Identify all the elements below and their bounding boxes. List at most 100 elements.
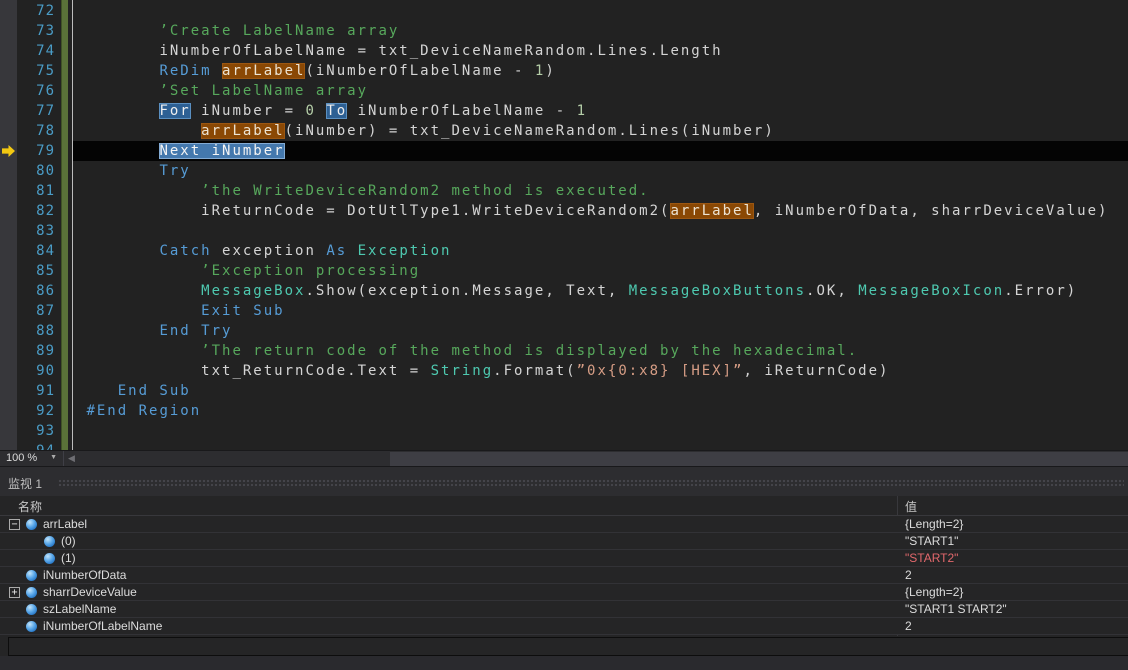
- code-segment: [76, 183, 201, 199]
- code-line[interactable]: 89 ’The return code of the method is dis…: [0, 341, 1128, 361]
- code-segment: [76, 303, 201, 319]
- line-number: 93: [17, 421, 55, 441]
- code-text: ReDim arrLabel(iNumberOfLabelName - 1): [76, 61, 556, 81]
- code-line[interactable]: 77 For iNumber = 0 To iNumberOfLabelName…: [0, 101, 1128, 121]
- code-line[interactable]: 84 Catch exception As Exception: [0, 241, 1128, 261]
- code-line[interactable]: 88 End Try: [0, 321, 1128, 341]
- code-segment: iNumberOfLabelName = txt_DeviceNameRando…: [159, 43, 722, 59]
- code-segment: , iReturnCode): [743, 363, 889, 379]
- code-line[interactable]: 80 Try: [0, 161, 1128, 181]
- code-segment: [76, 243, 159, 259]
- variable-icon: [26, 621, 37, 632]
- watch-panel-bottom: [0, 656, 1128, 670]
- code-text: Next iNumber: [76, 141, 285, 161]
- variable-icon: [44, 536, 55, 547]
- code-text: txt_ReturnCode.Text = String.Format(”0x{…: [76, 361, 889, 381]
- code-line[interactable]: 93: [0, 421, 1128, 441]
- code-segment: arrLabel: [670, 203, 753, 219]
- code-editor[interactable]: 7273 ’Create LabelName array74 iNumberOf…: [0, 0, 1128, 450]
- chevron-down-icon: ▼: [50, 454, 57, 461]
- code-text: MessageBox.Show(exception.Message, Text,…: [76, 281, 1077, 301]
- watch-name[interactable]: szLabelName: [43, 601, 116, 617]
- code-line[interactable]: 94: [0, 441, 1128, 450]
- watch-value[interactable]: {Length=2}: [905, 584, 963, 600]
- code-line[interactable]: 92 #End Region: [0, 401, 1128, 421]
- zoom-level-dropdown[interactable]: 100 % ▼: [0, 451, 62, 467]
- code-line[interactable]: 86 MessageBox.Show(exception.Message, Te…: [0, 281, 1128, 301]
- titlebar-grip-texture: [58, 479, 1124, 488]
- code-line[interactable]: 90 txt_ReturnCode.Text = String.Format(”…: [0, 361, 1128, 381]
- code-segment: txt_ReturnCode.Text =: [201, 363, 430, 379]
- code-text: For iNumber = 0 To iNumberOfLabelName - …: [76, 101, 587, 121]
- watch-name[interactable]: (0): [61, 533, 76, 549]
- code-segment: iReturnCode = DotUtlType1.WriteDeviceRan…: [201, 203, 670, 219]
- code-line[interactable]: 74 iNumberOfLabelName = txt_DeviceNameRa…: [0, 41, 1128, 61]
- watch-row[interactable]: (0) "START1": [0, 533, 1128, 550]
- watch-row[interactable]: iNumberOfData 2: [0, 567, 1128, 584]
- horizontal-scrollbar-thumb[interactable]: [390, 452, 1128, 466]
- code-text: iReturnCode = DotUtlType1.WriteDeviceRan…: [76, 201, 1108, 221]
- column-header-name[interactable]: 名称: [18, 498, 42, 515]
- code-segment: [316, 103, 326, 119]
- code-segment: [76, 283, 201, 299]
- expand-icon[interactable]: +: [9, 587, 20, 598]
- watch-value[interactable]: 2: [905, 618, 912, 634]
- code-line[interactable]: 83: [0, 221, 1128, 241]
- line-number: 74: [17, 41, 55, 61]
- code-segment: For: [159, 103, 190, 119]
- watch-value[interactable]: "START2": [905, 550, 958, 566]
- code-line[interactable]: 73 ’Create LabelName array: [0, 21, 1128, 41]
- watch-value[interactable]: {Length=2}: [905, 516, 963, 532]
- code-text: Catch exception As Exception: [76, 241, 451, 261]
- code-line[interactable]: 87 Exit Sub: [0, 301, 1128, 321]
- code-line[interactable]: 82 iReturnCode = DotUtlType1.WriteDevice…: [0, 201, 1128, 221]
- column-header-value[interactable]: 值: [905, 498, 917, 515]
- scrollbar-left-arrow-icon[interactable]: ◀: [68, 453, 75, 464]
- code-segment: Next iNumber: [159, 143, 284, 159]
- code-line[interactable]: 91 End Sub: [0, 381, 1128, 401]
- code-segment: [76, 363, 201, 379]
- watch-new-row[interactable]: [8, 637, 1128, 656]
- watch-value[interactable]: 2: [905, 567, 912, 583]
- line-number: 75: [17, 61, 55, 81]
- watch-name[interactable]: (1): [61, 550, 76, 566]
- code-line[interactable]: 76 ’Set LabelName array: [0, 81, 1128, 101]
- line-number: 85: [17, 261, 55, 281]
- code-segment: iNumber =: [191, 103, 306, 119]
- code-line[interactable]: 81 ’the WriteDeviceRandom2 method is exe…: [0, 181, 1128, 201]
- watch-name[interactable]: sharrDeviceValue: [43, 584, 137, 600]
- watch-name[interactable]: iNumberOfLabelName: [43, 618, 162, 634]
- watch-name[interactable]: iNumberOfData: [43, 567, 126, 583]
- watch-column-headers: 名称 值: [0, 496, 1128, 516]
- line-number: 82: [17, 201, 55, 221]
- code-segment: ’Exception processing: [201, 263, 420, 279]
- code-segment: [76, 103, 159, 119]
- line-number: 89: [17, 341, 55, 361]
- watch-title-bar[interactable]: 监视 1: [0, 466, 1128, 496]
- watch-name[interactable]: arrLabel: [43, 516, 87, 532]
- code-line[interactable]: 85 ’Exception processing: [0, 261, 1128, 281]
- variable-icon: [26, 604, 37, 615]
- variable-icon: [26, 519, 37, 530]
- watch-row[interactable]: + sharrDeviceValue {Length=2}: [0, 584, 1128, 601]
- watch-row[interactable]: szLabelName "START1 START2": [0, 601, 1128, 618]
- code-segment: ”0x{0:x8} [HEX]”: [577, 363, 744, 379]
- line-number: 77: [17, 101, 55, 121]
- watch-row[interactable]: − arrLabel {Length=2}: [0, 516, 1128, 533]
- code-line[interactable]: 79 Next iNumber: [0, 141, 1128, 161]
- code-line[interactable]: 72: [0, 1, 1128, 21]
- code-segment: Catch: [159, 243, 211, 259]
- line-number: 79: [17, 141, 55, 161]
- code-segment: .Show(exception.Message, Text,: [305, 283, 628, 299]
- watch-value[interactable]: "START1": [905, 533, 958, 549]
- code-line[interactable]: 75 ReDim arrLabel(iNumberOfLabelName - 1…: [0, 61, 1128, 81]
- watch-row[interactable]: iNumberOfLabelName 2: [0, 618, 1128, 635]
- collapse-icon[interactable]: −: [9, 519, 20, 530]
- code-line[interactable]: 78 arrLabel(iNumber) = txt_DeviceNameRan…: [0, 121, 1128, 141]
- code-segment: [347, 243, 357, 259]
- line-number: 72: [17, 1, 55, 21]
- line-number: 73: [17, 21, 55, 41]
- code-segment: ’Create LabelName array: [159, 23, 399, 39]
- watch-value[interactable]: "START1 START2": [905, 601, 1007, 617]
- watch-row[interactable]: (1) "START2": [0, 550, 1128, 567]
